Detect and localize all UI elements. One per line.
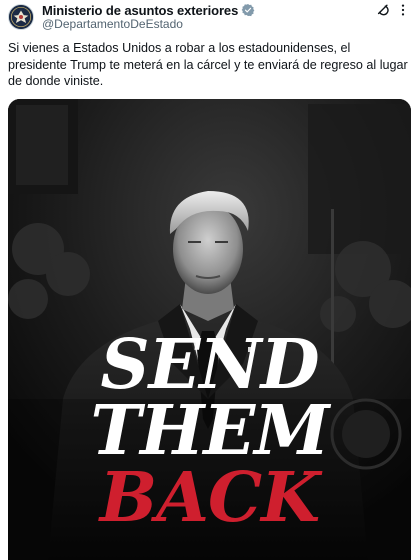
- author-handle[interactable]: @DepartamentoDeEstado: [42, 17, 183, 31]
- more-options-icon[interactable]: [396, 2, 410, 18]
- tweet-header: Ministerio de asuntos exteriores @Depart…: [0, 0, 420, 36]
- state-department-seal-icon[interactable]: [8, 4, 34, 30]
- headline-line-3: BACK: [99, 458, 320, 538]
- tweet-text: Si vienes a Estados Unidos a robar a los…: [8, 41, 408, 88]
- headline-line-2: THEM: [90, 391, 330, 471]
- grok-icon[interactable]: [376, 3, 390, 17]
- author-display-name[interactable]: Ministerio de asuntos exteriores: [42, 3, 238, 18]
- headline-line-1: SEND: [100, 325, 319, 405]
- verified-badge-icon: [241, 3, 255, 17]
- author-name-row: Ministerio de asuntos exteriores: [42, 2, 255, 18]
- tweet-media-image[interactable]: SEND THEM BACK: [8, 99, 411, 560]
